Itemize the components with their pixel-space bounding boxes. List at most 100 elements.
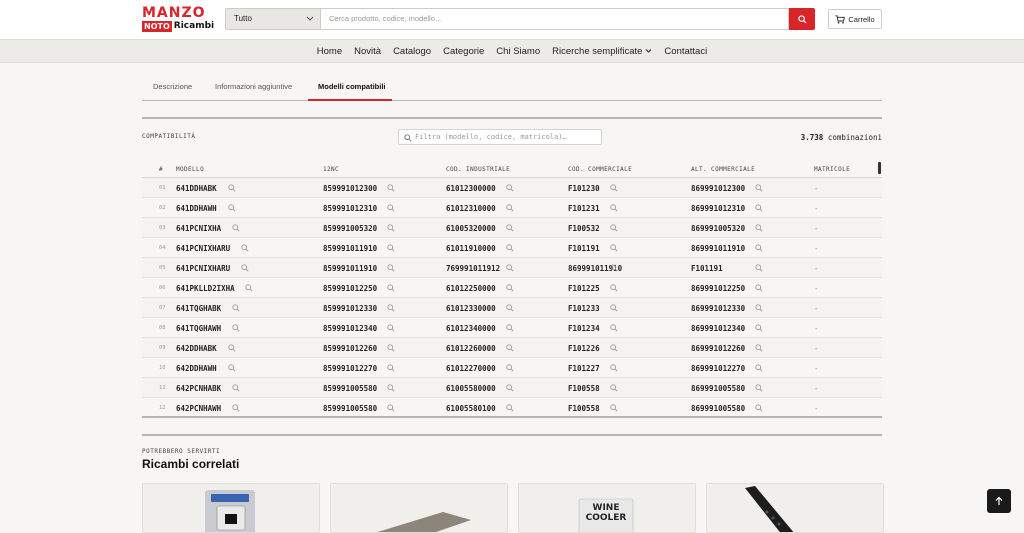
section-divider (142, 117, 882, 119)
cell-12nc: 859991005580 (323, 384, 378, 393)
search-input[interactable]: Cerca prodotto, codice, modello… (321, 8, 789, 30)
search-icon[interactable] (610, 304, 618, 312)
arrow-up-icon (995, 496, 1003, 505)
search-icon[interactable] (610, 324, 618, 332)
nav-item-contattaci[interactable]: Contattaci (664, 46, 707, 57)
search-icon[interactable] (232, 224, 240, 232)
search-icon[interactable] (755, 264, 763, 272)
cell-alt-commerciale: 869991012270 (691, 364, 746, 373)
search-icon[interactable] (506, 184, 514, 192)
search-icon[interactable] (610, 284, 618, 292)
nav-item-chi-siamo[interactable]: Chi Siamo (496, 46, 540, 57)
search-icon[interactable] (755, 344, 763, 352)
search-icon[interactable] (232, 324, 240, 332)
search-icon[interactable] (387, 364, 395, 372)
tab-modelli-compatibili[interactable]: Modelli compatibili (318, 82, 386, 91)
search-icon[interactable] (241, 244, 249, 252)
search-icon[interactable] (506, 224, 514, 232)
search-icon[interactable] (232, 384, 240, 392)
search-icon[interactable] (387, 344, 395, 352)
nav-item-catalogo[interactable]: Catalogo (393, 46, 431, 57)
search-icon[interactable] (387, 284, 395, 292)
search-icon[interactable] (387, 264, 395, 272)
table-row[interactable]: 10 642DDHAWH 859991012270 61012270000 F10122… (142, 358, 882, 378)
back-to-top-button[interactable] (987, 489, 1011, 513)
search-icon[interactable] (245, 284, 253, 292)
search-icon[interactable] (506, 384, 514, 392)
search-icon[interactable] (387, 304, 395, 312)
product-label: WINE COOLER (579, 503, 633, 523)
table-row[interactable]: 03 641PCNIXHA 859991005320 61005320000 F1005… (142, 218, 882, 238)
search-icon[interactable] (228, 344, 236, 352)
table-row[interactable]: 07 641TQGHABK 859991012330 61012330000 F1012… (142, 298, 882, 318)
search-icon[interactable] (506, 244, 514, 252)
search-icon[interactable] (755, 224, 763, 232)
search-icon[interactable] (506, 364, 514, 372)
table-scrollbar[interactable] (878, 162, 881, 174)
search-icon[interactable] (755, 404, 763, 412)
search-icon[interactable] (387, 184, 395, 192)
search-icon[interactable] (755, 244, 763, 252)
table-row[interactable]: 04 641PCNIXHARU 859991011910 61011910000 F10… (142, 238, 882, 258)
search-icon[interactable] (228, 184, 236, 192)
tab-descrizione[interactable]: Descrizione (153, 82, 192, 91)
table-row[interactable]: 12 642PCNHAWH 859991005580 61005580100 F1005… (142, 398, 882, 418)
search-icon[interactable] (387, 204, 395, 212)
table-row[interactable]: 08 641TQGHAWH 859991012340 61012340000 F1012… (142, 318, 882, 338)
search-icon[interactable] (387, 384, 395, 392)
cell-12nc: 859991011910 (323, 264, 378, 273)
search-icon[interactable] (506, 304, 514, 312)
search-icon[interactable] (610, 384, 618, 392)
search-icon[interactable] (506, 344, 514, 352)
search-icon[interactable] (755, 284, 763, 292)
nav-item-novita[interactable]: Novità (354, 46, 381, 57)
nav-item-home[interactable]: Home (317, 46, 342, 57)
search-icon[interactable] (610, 264, 618, 272)
search-icon[interactable] (387, 244, 395, 252)
col-header-alt-commerciale: ALT. COMMERCIALE (691, 166, 756, 173)
table-row[interactable]: 05 641PCNIXHARU 859991011910 769991011912 86… (142, 258, 882, 278)
cart-button[interactable]: Carrello (828, 9, 882, 29)
brand-logo[interactable]: MANZO NOTO Ricambi (142, 6, 214, 32)
table-row[interactable]: 09 642DDHABK 859991012260 61012260000 F10122… (142, 338, 882, 358)
search-icon[interactable] (755, 304, 763, 312)
table-row[interactable]: 06 641PKLLD2IXHA 859991012250 61012250000 F1… (142, 278, 882, 298)
search-icon[interactable] (232, 304, 240, 312)
search-icon[interactable] (506, 284, 514, 292)
search-icon[interactable] (506, 264, 514, 272)
nav-item-categorie[interactable]: Categorie (443, 46, 484, 57)
search-icon[interactable] (228, 204, 236, 212)
search-icon[interactable] (755, 324, 763, 332)
table-row[interactable]: 01 641DDHABK 859991012300 61012300000 F10123… (142, 178, 882, 198)
search-icon[interactable] (610, 344, 618, 352)
search-icon[interactable] (755, 204, 763, 212)
search-icon[interactable] (387, 404, 395, 412)
row-index: 07 (159, 305, 166, 311)
nav-item-ricerche-semplificate[interactable]: Ricerche semplificate (552, 46, 652, 57)
tab-informazioni-aggiuntive[interactable]: Informazioni aggiuntive (215, 82, 292, 91)
search-icon[interactable] (755, 184, 763, 192)
search-icon[interactable] (506, 204, 514, 212)
search-icon[interactable] (755, 384, 763, 392)
search-icon[interactable] (610, 364, 618, 372)
search-icon[interactable] (387, 224, 395, 232)
search-icon[interactable] (610, 244, 618, 252)
search-icon[interactable] (506, 324, 514, 332)
category-select[interactable]: Tutto (225, 8, 321, 30)
search-icon[interactable] (241, 264, 249, 272)
compat-filter-input[interactable]: Filtra (modello, codice, matricola)… (398, 129, 602, 145)
table-row[interactable]: 02 641DDHAWH 859991012310 61012310000 F10123… (142, 198, 882, 218)
search-icon[interactable] (387, 324, 395, 332)
cell-alt-commerciale: 869991012340 (691, 324, 746, 333)
search-icon[interactable] (610, 224, 618, 232)
table-row[interactable]: 11 642PCNHABK 859991005580 61005580000 F1005… (142, 378, 882, 398)
search-icon[interactable] (610, 184, 618, 192)
search-icon[interactable] (506, 404, 514, 412)
search-icon[interactable] (755, 364, 763, 372)
search-icon[interactable] (610, 404, 618, 412)
search-icon[interactable] (228, 364, 236, 372)
search-icon[interactable] (610, 204, 618, 212)
search-icon[interactable] (232, 404, 240, 412)
row-index: 11 (159, 385, 166, 391)
search-button[interactable] (789, 8, 815, 30)
